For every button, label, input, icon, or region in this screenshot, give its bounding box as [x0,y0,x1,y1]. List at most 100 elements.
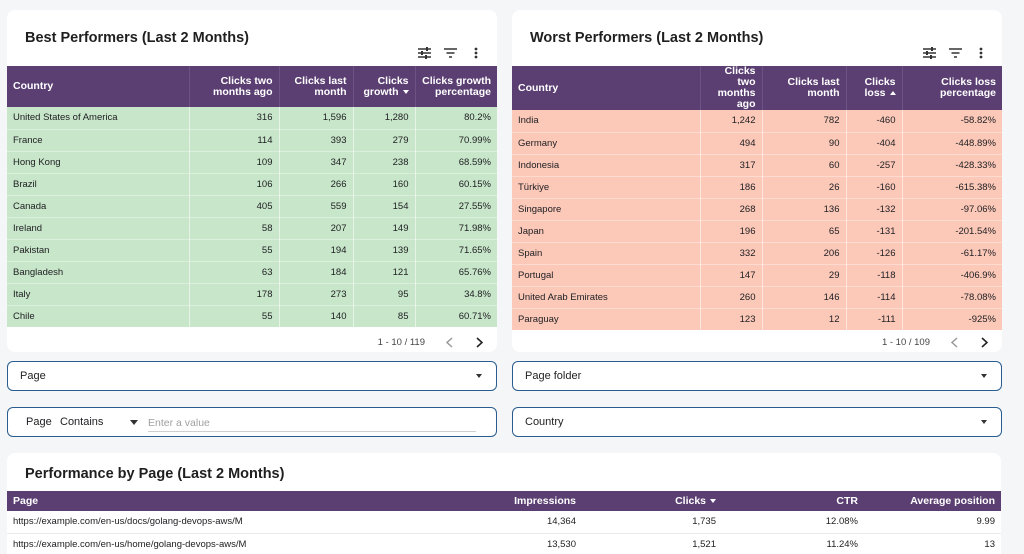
cell-value: 123 [700,308,763,331]
cell-value: 114 [189,129,280,152]
col-ctr[interactable]: CTR [722,491,864,511]
col-clicks-last-month[interactable]: Clicks last month [279,66,354,107]
cell-value: 1,596 [279,107,354,130]
cell-value: 106 [189,173,280,196]
chevron-left-icon[interactable] [443,336,455,348]
page-folder-dropdown[interactable]: Page folder [512,361,1002,391]
cell-value: -78.08% [902,286,1002,309]
cell-value: -58.82% [902,110,1002,133]
col-clicks-two-months-ago[interactable]: Clicks two months ago [189,66,280,107]
performance-by-page-table: Page Impressions Clicks CTR Average posi… [7,491,1001,554]
cell-value: 782 [762,110,847,133]
cell-value: 80.2% [415,107,497,130]
cell-country: Japan [512,220,701,243]
performance-by-page-title: Performance by Page (Last 2 Months) [25,466,285,482]
table-row: Brazil 106 266 160 60.15% [7,173,497,196]
cell-value: 206 [762,242,847,265]
col-clicks-growth-percentage[interactable]: Clicks growth percentage [415,66,497,107]
cell-value: -126 [846,242,903,265]
cell-value: 95 [353,283,416,306]
cell-country: Türkiye [512,176,701,199]
cell-value: 405 [189,195,280,218]
col-clicks-growth[interactable]: Clicks growth [353,66,416,107]
col-average-position[interactable]: Average position [864,491,1001,511]
filter-value-input[interactable] [148,414,476,432]
cell-value: 149 [353,217,416,240]
cell-value: 60.71% [415,305,497,328]
cell-value: -111 [846,308,903,331]
col-clicks-loss-label: Clicks loss [864,76,896,99]
col-clicks-last-month[interactable]: Clicks last month [762,66,847,110]
col-clicks[interactable]: Clicks [582,491,722,511]
col-impressions[interactable]: Impressions [447,491,582,511]
col-country[interactable]: Country [512,66,701,110]
table-row: Singapore 268 136 -132 -97.06% [512,198,1002,221]
col-country[interactable]: Country [7,66,190,107]
cell-value: 260 [700,286,763,309]
cell-country: India [512,110,701,133]
cell-value: 1,242 [700,110,763,133]
cell-value: 160 [353,173,416,196]
table-row: France 114 393 279 70.99% [7,129,497,152]
sliders-icon[interactable] [922,46,936,60]
cell-country: Paraguay [512,308,701,331]
cell-value: -460 [846,110,903,133]
cell-country: Spain [512,242,701,265]
cell-page-url[interactable]: https://example.com/en-us/home/golang-de… [7,533,447,554]
table-row: Canada 405 559 154 27.55% [7,195,497,218]
cell-value: 139 [353,239,416,262]
cell-value: 55 [189,305,280,328]
col-clicks-two-months-ago[interactable]: Clicks two months ago [700,66,763,110]
country-dropdown[interactable]: Country [512,407,1002,437]
cell-value: 68.59% [415,151,497,174]
cell-value: 238 [353,151,416,174]
country-dropdown-label: Country [525,416,564,428]
chevron-right-icon[interactable] [473,336,485,348]
chevron-left-icon[interactable] [948,336,960,348]
col-page[interactable]: Page [7,491,447,511]
cell-value: 393 [279,129,354,152]
page-dropdown[interactable]: Page [7,361,497,391]
pagination-range: 1 - 10 / 109 [881,336,930,348]
filter-operator-select[interactable]: Contains [60,416,103,428]
best-performers-table: Country Clicks two months ago Clicks las… [7,66,497,328]
cell-page-url[interactable]: https://example.com/en-us/docs/golang-de… [7,511,447,534]
table-row: Paraguay 123 12 -111 -925% [512,308,1002,331]
more-vert-icon[interactable] [469,46,483,60]
col-clicks-loss[interactable]: Clicks loss [846,66,903,110]
best-pagination: 1 - 10 / 119 [378,336,485,348]
more-vert-icon[interactable] [974,46,988,60]
cell-country: Ireland [7,217,190,240]
cell-value: 196 [700,220,763,243]
cell-value: -61.17% [902,242,1002,265]
cell-value: 14,364 [447,511,582,534]
cell-value: 70.99% [415,129,497,152]
cell-value: 147 [700,264,763,287]
cell-value: 1,735 [582,511,722,534]
cell-value: 184 [279,261,354,284]
cell-value: 71.65% [415,239,497,262]
cell-value: 121 [353,261,416,284]
sort-asc-icon [889,91,896,96]
table-header-row: Country Clicks two months ago Clicks las… [512,66,1002,110]
chevron-right-icon[interactable] [978,336,990,348]
cell-country: Chile [7,305,190,328]
cell-country: France [7,129,190,152]
cell-country: Portugal [512,264,701,287]
filter-icon[interactable] [443,46,457,60]
page-contains-filter: Page Contains [7,407,497,437]
cell-value: 12.08% [722,511,864,534]
caret-down-icon[interactable] [130,420,138,425]
filter-icon[interactable] [948,46,962,60]
table-row: Pakistan 55 194 139 71.65% [7,239,497,262]
cell-value: 85 [353,305,416,328]
cell-value: 60.15% [415,173,497,196]
cell-value: 154 [353,195,416,218]
cell-value: 29 [762,264,847,287]
cell-value: -257 [846,154,903,177]
cell-value: 146 [762,286,847,309]
sliders-icon[interactable] [417,46,431,60]
col-clicks-loss-percentage[interactable]: Clicks loss percentage [902,66,1002,110]
cell-country: Italy [7,283,190,306]
cell-value: 13 [864,533,1001,554]
